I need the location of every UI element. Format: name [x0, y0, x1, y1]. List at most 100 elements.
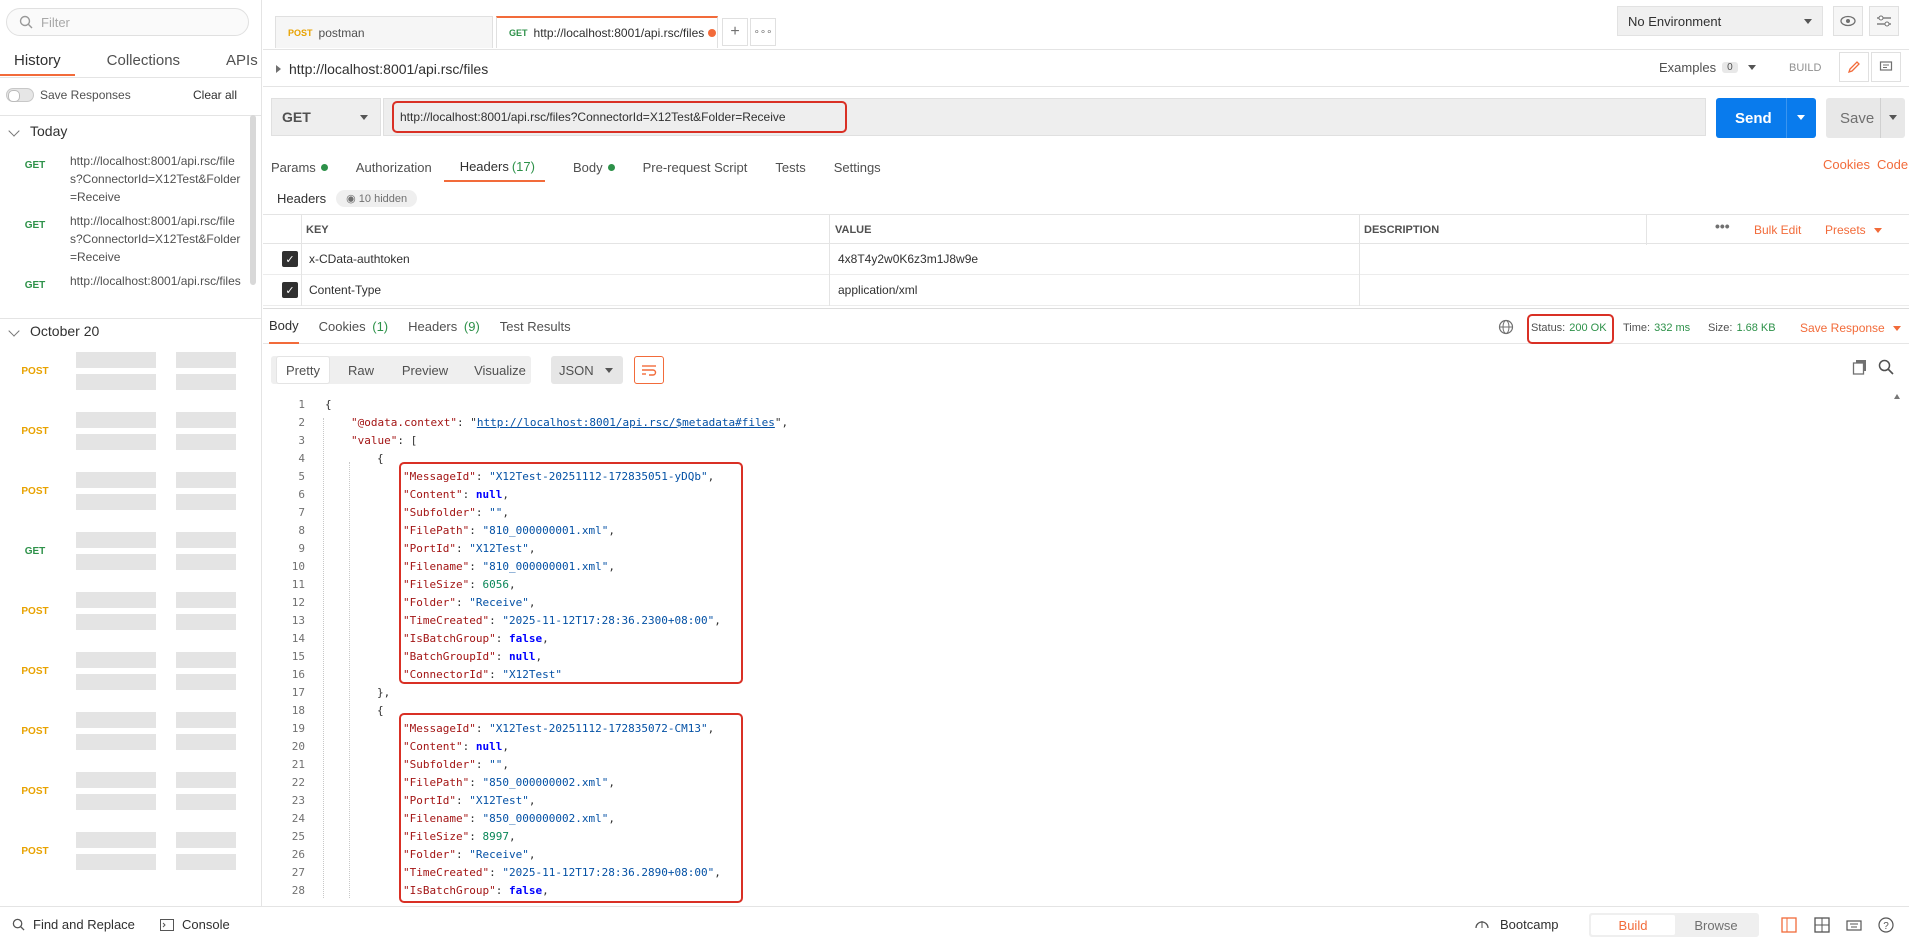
redacted-block — [76, 592, 156, 608]
console-button[interactable]: Console — [160, 917, 230, 932]
history-item[interactable]: POST — [0, 348, 248, 404]
history-url-redacted — [70, 828, 245, 884]
tab-apis[interactable]: APIs — [212, 46, 272, 76]
tab-collections[interactable]: Collections — [93, 46, 194, 76]
line-number: 21 — [291, 758, 305, 771]
tab-history[interactable]: History — [0, 46, 75, 76]
console-icon — [160, 918, 174, 931]
format-select[interactable]: JSON — [551, 356, 623, 384]
sidebar-scrollbar[interactable] — [250, 115, 256, 285]
environment-quick-look-button[interactable] — [1833, 6, 1863, 36]
history-item[interactable]: POST — [0, 768, 248, 824]
url-input[interactable]: http://localhost:8001/api.rsc/files?Conn… — [392, 101, 847, 133]
header-key[interactable]: x-CData-authtoken — [309, 252, 410, 266]
history-item[interactable]: GET http://localhost:8001/api.rsc/files — [0, 272, 248, 291]
tab-headers[interactable]: Headers (17) — [443, 152, 545, 182]
new-tab-button[interactable]: + — [722, 18, 748, 46]
divider — [301, 275, 302, 306]
row-checkbox[interactable]: ✓ — [282, 282, 298, 298]
tab-pre-request-script[interactable]: Pre-request Script — [643, 152, 748, 182]
format-pretty[interactable]: Pretty — [276, 356, 330, 384]
history-item[interactable]: POST — [0, 708, 248, 764]
save-responses-toggle[interactable] — [6, 88, 34, 102]
group-today[interactable]: Today — [8, 123, 67, 139]
tab-test-results[interactable]: Test Results — [500, 310, 571, 343]
divider — [1359, 275, 1360, 306]
request-tab-active[interactable]: GET http://localhost:8001/api.rsc/files — [496, 16, 718, 48]
tab-tests[interactable]: Tests — [775, 152, 805, 182]
format-preview[interactable]: Preview — [396, 356, 454, 384]
tab-settings[interactable]: Settings — [834, 152, 881, 182]
tab-params[interactable]: Params — [271, 152, 328, 182]
cookies-link[interactable]: Cookies — [1823, 157, 1870, 172]
history-item[interactable]: POST — [0, 648, 248, 704]
redacted-block — [76, 352, 156, 368]
history-item[interactable]: POST — [0, 468, 248, 524]
filter-input[interactable]: Filter — [6, 8, 249, 36]
redacted-block — [176, 374, 236, 390]
history-item[interactable]: GET http://localhost:8001/api.rsc/files?… — [0, 152, 248, 206]
copy-icon[interactable] — [1852, 359, 1868, 378]
tab-response-cookies[interactable]: Cookies (1) — [319, 310, 388, 343]
header-key[interactable]: Content-Type — [309, 283, 381, 297]
build-mode-button[interactable]: Build — [1591, 915, 1675, 935]
tab-body[interactable]: Body — [573, 152, 615, 182]
help-icon[interactable]: ? — [1878, 917, 1894, 936]
divider — [1786, 98, 1787, 138]
bulk-edit-link[interactable]: Bulk Edit — [1754, 223, 1801, 237]
group-october-20[interactable]: October 20 — [8, 323, 99, 339]
edit-button[interactable] — [1839, 52, 1869, 82]
bootcamp-button[interactable]: Bootcamp — [1474, 917, 1559, 932]
tab-authorization[interactable]: Authorization — [356, 152, 432, 182]
history-item[interactable]: GET — [0, 528, 248, 584]
search-icon[interactable] — [1878, 359, 1894, 378]
breadcrumb[interactable]: http://localhost:8001/api.rsc/files — [276, 61, 488, 77]
status-dot-icon — [607, 163, 615, 171]
format-visualize[interactable]: Visualize — [470, 356, 530, 384]
history-item[interactable]: GET http://localhost:8001/api.rsc/files?… — [0, 212, 248, 266]
clear-all-button[interactable]: Clear all — [193, 88, 237, 102]
more-tabs-button[interactable]: ∘∘∘ — [750, 18, 776, 46]
tab-label: Cookies — [318, 318, 366, 334]
line-number: 24 — [291, 812, 305, 825]
two-pane-icon[interactable] — [1781, 917, 1797, 936]
environment-select[interactable]: No Environment — [1617, 6, 1823, 36]
manage-environments-button[interactable] — [1869, 6, 1899, 36]
code-link[interactable]: Code — [1877, 157, 1908, 172]
save-responses-label: Save Responses — [40, 88, 131, 102]
keyboard-icon[interactable] — [1846, 917, 1862, 936]
tab-response-body[interactable]: Body — [269, 309, 299, 344]
wrap-lines-button[interactable] — [634, 356, 664, 384]
format-raw[interactable]: Raw — [336, 356, 386, 384]
hidden-headers-toggle[interactable]: ◉ 10 hidden — [336, 190, 418, 207]
method-badge: GET — [24, 220, 46, 231]
tab-response-headers[interactable]: Headers (9) — [408, 310, 480, 343]
history-item[interactable]: POST — [0, 828, 248, 884]
tab-label: Params — [271, 159, 316, 175]
presets-dropdown[interactable]: Presets — [1825, 223, 1882, 237]
row-checkbox[interactable]: ✓ — [282, 251, 298, 267]
divider — [1880, 98, 1881, 138]
status-value: 200 OK — [1569, 322, 1607, 334]
request-tab[interactable]: POST postman — [275, 16, 493, 48]
history-item[interactable]: POST — [0, 588, 248, 644]
code-scrollbar[interactable] — [1893, 392, 1901, 898]
save-response-dropdown[interactable]: Save Response — [1800, 321, 1901, 335]
history-item[interactable]: POST — [0, 408, 248, 464]
comments-button[interactable] — [1871, 52, 1901, 82]
more-icon[interactable]: ••• — [1715, 218, 1730, 234]
save-button[interactable]: Save — [1826, 98, 1905, 138]
redacted-block — [176, 592, 236, 608]
examples-dropdown[interactable]: Examples 0 — [1659, 60, 1756, 75]
method-badge: POST — [21, 846, 49, 857]
header-value[interactable]: 4x8T4y2w0K6z3m1J8w9e — [838, 252, 978, 266]
find-replace-button[interactable]: Find and Replace — [12, 917, 135, 932]
globe-icon[interactable] — [1498, 319, 1514, 338]
method-select[interactable]: GET — [271, 98, 381, 136]
layout-icon[interactable] — [1814, 917, 1830, 936]
browse-mode-button[interactable]: Browse — [1675, 915, 1757, 935]
header-value[interactable]: application/xml — [838, 283, 917, 297]
examples-label: Examples — [1659, 60, 1717, 75]
send-button[interactable]: Send — [1716, 98, 1816, 138]
redacted-block — [176, 494, 236, 510]
